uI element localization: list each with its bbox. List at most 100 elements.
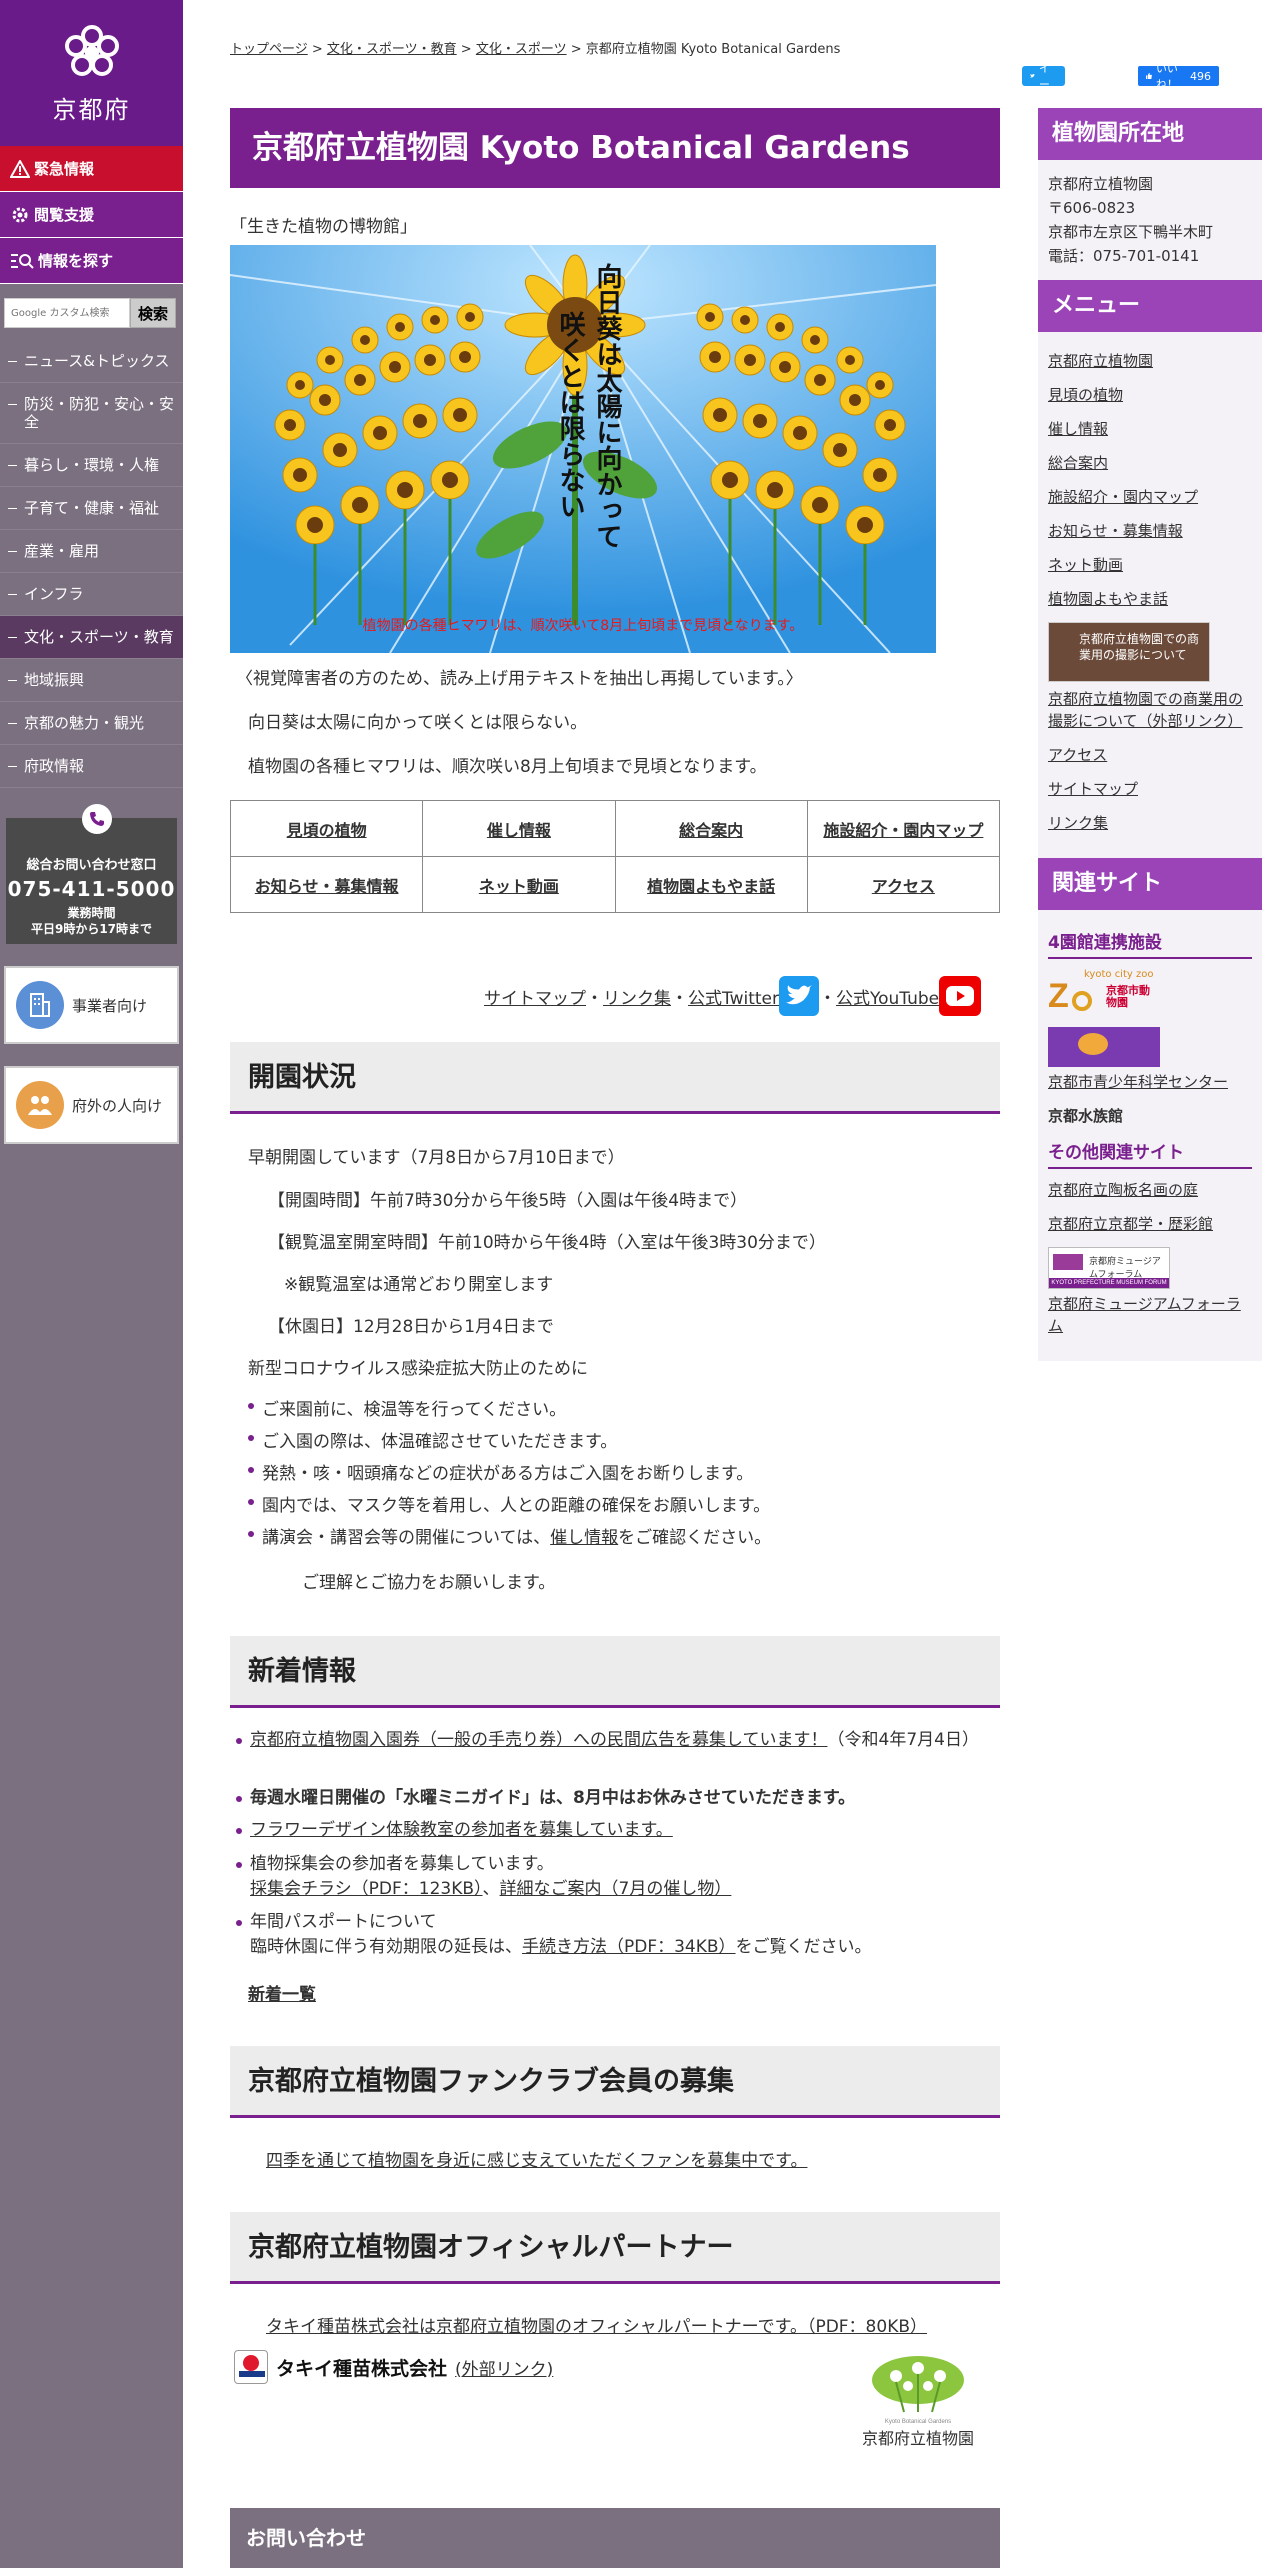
banner-vertical-text-2: 咲くとは限らない [555, 311, 585, 519]
youtube-link[interactable]: 公式YouTube [836, 984, 939, 1009]
twitter-link[interactable]: 公式Twitter [688, 984, 779, 1009]
link-events[interactable]: 催し情報 [487, 821, 551, 840]
events-inline-link[interactable]: 催し情報 [550, 1528, 618, 1548]
science-center-banner[interactable] [1048, 1027, 1160, 1067]
menu-item-videos[interactable]: ネット動画 [1048, 554, 1252, 576]
menu-item-general[interactable]: 総合案内 [1048, 452, 1252, 474]
find-info-button[interactable]: 情報を探す [0, 238, 183, 284]
news-link-flyer[interactable]: 採集会チラシ（PDF：123KB） [250, 1879, 483, 1899]
breadcrumb-sep: > [456, 42, 476, 57]
nav-item-industry[interactable]: 産業・雇用 [0, 530, 183, 573]
accessibility-button[interactable]: 閲覧支援 [0, 192, 183, 238]
youtube-icon[interactable] [939, 976, 982, 1016]
link-notices[interactable]: お知らせ・募集情報 [255, 877, 399, 896]
list-item: 講演会・講習会等の開催については、催し情報をご確認ください。 [248, 1523, 771, 1548]
menu-item-links[interactable]: リンク集 [1048, 812, 1252, 834]
menu-item-notices[interactable]: お知らせ・募集情報 [1048, 520, 1252, 542]
four-facilities-heading: 4園館連携施設 [1048, 928, 1252, 959]
zoo-logo-jp: 京都市動物園 [1106, 984, 1150, 1009]
logo-text: 京都府 [52, 95, 131, 124]
search-input[interactable] [4, 298, 130, 328]
location-line: 電話：075-701-0141 [1048, 247, 1200, 265]
menu-item-home[interactable]: 京都府立植物園 [1048, 350, 1252, 372]
emergency-button[interactable]: 緊急情報 [0, 146, 183, 192]
link-general-info[interactable]: 総合案内 [679, 821, 743, 840]
tweet-button[interactable]: ツイート [1022, 46, 1065, 107]
thanks-text: ご理解とご協力をお願いします。 [302, 1573, 556, 1593]
partner-external-link[interactable]: (外部リンク) [455, 2355, 553, 2380]
news-list-link[interactable]: 新着一覧 [248, 1980, 316, 2005]
early-opening: 早朝開園しています（7月8日から7月10日まで） [248, 1148, 625, 1168]
section-heading-partner: 京都府立植物園オフィシャルパートナー [230, 2212, 1000, 2284]
zoo-banner[interactable]: Z kyoto city zoo 京都市動物園 [1048, 969, 1160, 1019]
breadcrumb-culture-sports[interactable]: 文化・スポーツ [476, 42, 567, 57]
contact-number: 075-411-5000 [7, 877, 176, 901]
breadcrumb-sep: > [307, 42, 327, 57]
nav-item-childcare[interactable]: 子育て・健康・福祉 [0, 487, 183, 530]
link-facilities-map[interactable]: 施設紹介・園内マップ [823, 821, 983, 840]
menu-item-seasonal[interactable]: 見頃の植物 [1048, 384, 1252, 406]
nav-item-news[interactable]: ニュース&トピックス [0, 340, 183, 383]
nav-item-region[interactable]: 地域振興 [0, 659, 183, 702]
museum-banner-text: 京都府ミュージアムフォーラム [1089, 1257, 1161, 1280]
link-access[interactable]: アクセス [872, 877, 935, 896]
business-link[interactable]: 事業者向け [4, 966, 179, 1044]
commercial-link[interactable]: 京都府立植物園での商業用の撮影について（外部リンク） [1048, 688, 1252, 732]
search-button[interactable]: 検索 [130, 298, 176, 328]
contact-title: 総合お問い合わせ窓口 [26, 858, 157, 873]
menu-item-facilities[interactable]: 施設紹介・園内マップ [1048, 486, 1252, 508]
partner-pdf-link[interactable]: タキイ種苗株式会社は京都府立植物園のオフィシャルパートナーです。（PDF：80K… [266, 2312, 927, 2337]
reading-note: 〈視覚障害者の方のため、読み上げ用テキストを抽出し再掲しています。〉 [236, 669, 803, 689]
like-button[interactable]: いいね！ 496 [1138, 62, 1219, 91]
news-item: 年間パスポートについて 臨時休園に伴う有効期限の延長は、手続き方法（PDF：34… [236, 1910, 996, 1960]
covid-heading: 新型コロナウイルス感染症拡大防止のために [248, 1359, 588, 1379]
science-center-link[interactable]: 京都市青少年科学センター [1048, 1071, 1252, 1093]
link-collection-link[interactable]: リンク集 [603, 984, 671, 1009]
takii-logo[interactable] [234, 2350, 268, 2384]
sitemap-link[interactable]: サイトマップ [484, 984, 586, 1009]
kyoto-pref-logo[interactable]: 京都府 [0, 0, 183, 146]
menu-item-access[interactable]: アクセス [1048, 744, 1252, 766]
link-stories[interactable]: 植物園よもやま話 [647, 877, 775, 896]
menu-item-stories[interactable]: 植物園よもやま話 [1048, 588, 1252, 610]
menu-item-sitemap[interactable]: サイトマップ [1048, 778, 1252, 800]
news-link-procedure[interactable]: 手続き方法（PDF：34KB） [522, 1937, 736, 1957]
commercial-banner[interactable]: 京都府立植物園での商業用の撮影について [1048, 622, 1210, 682]
news-item: フラワーデザイン体験教室の参加者を募集しています。 [236, 1818, 996, 1843]
museum-forum-banner[interactable]: 京都府ミュージアムフォーラム KYOTO PREFECTURE MUSEUM F… [1048, 1247, 1170, 1289]
nav-item-culture[interactable]: 文化・スポーツ・教育 [0, 616, 183, 659]
sunflower-banner: 向日葵は太陽に向かって 咲くとは限らない 植物園の各種ヒマワリは、順次咲いて8月… [230, 245, 936, 653]
footer-link-row: サイトマップ ・ リンク集 ・ 公式Twitter ・ 公式YouTube [484, 976, 982, 1016]
news-link-details[interactable]: 詳細なご案内（7月の催し物） [500, 1879, 732, 1899]
menu-item-events[interactable]: 催し情報 [1048, 418, 1252, 440]
garden-tree-icon [872, 2356, 964, 2413]
news-link-flower-design[interactable]: フラワーデザイン体験教室の参加者を募集しています。 [250, 1820, 673, 1840]
link-separator: ・ [586, 988, 603, 1009]
breadcrumb-home[interactable]: トップページ [230, 42, 308, 57]
link-separator: ・ [671, 988, 688, 1009]
site-search: 検索 [4, 298, 179, 328]
twitter-icon[interactable] [778, 976, 819, 1016]
link-videos[interactable]: ネット動画 [479, 877, 559, 896]
news-link-ad-recruit[interactable]: 京都府立植物園入園券（一般の手売り券）への民間広告を募集しています！ [250, 1730, 828, 1750]
contact-box[interactable]: 総合お問い合わせ窓口 075-411-5000 業務時間 平日9時から17時まで [6, 804, 177, 944]
list-item: 園内では、マスク等を着用し、人との距離の確保をお願いします。 [248, 1491, 770, 1516]
fanclub-link[interactable]: 四季を通じて植物園を身近に感じ支えていただくファンを募集中です。 [266, 2146, 807, 2171]
nav-item-infra[interactable]: インフラ [0, 573, 183, 616]
breadcrumb-culture-sports-edu[interactable]: 文化・スポーツ・教育 [327, 42, 457, 57]
museum-forum-link[interactable]: 京都府ミュージアムフォーラム [1048, 1293, 1252, 1337]
accessibility-label: 閲覧支援 [34, 206, 95, 224]
table-cell: ネット動画 [422, 856, 616, 913]
nav-item-life[interactable]: 暮らし・環境・人権 [0, 444, 183, 487]
nav-item-tourism[interactable]: 京都の魅力・観光 [0, 702, 183, 745]
outside-visitors-link[interactable]: 府外の人向け [4, 1066, 179, 1144]
nav-item-safety[interactable]: 防災・防犯・安心・安全 [0, 383, 183, 444]
list-item: 発熱・咳・咽頭痛などの症状がある方はご入園をお断りします。 [248, 1459, 753, 1484]
section-heading-news: 新着情報 [230, 1636, 1000, 1708]
nav-item-government[interactable]: 府政情報 [0, 745, 183, 788]
other-site-link[interactable]: 京都府立京都学・歴彩館 [1048, 1213, 1252, 1235]
other-site-link[interactable]: 京都府立陶板名画の庭 [1048, 1179, 1252, 1201]
find-info-label: 情報を探す [38, 252, 114, 270]
link-seasonal-plants[interactable]: 見頃の植物 [287, 821, 367, 840]
page-title: 京都府立植物園 Kyoto Botanical Gardens [230, 108, 1000, 188]
